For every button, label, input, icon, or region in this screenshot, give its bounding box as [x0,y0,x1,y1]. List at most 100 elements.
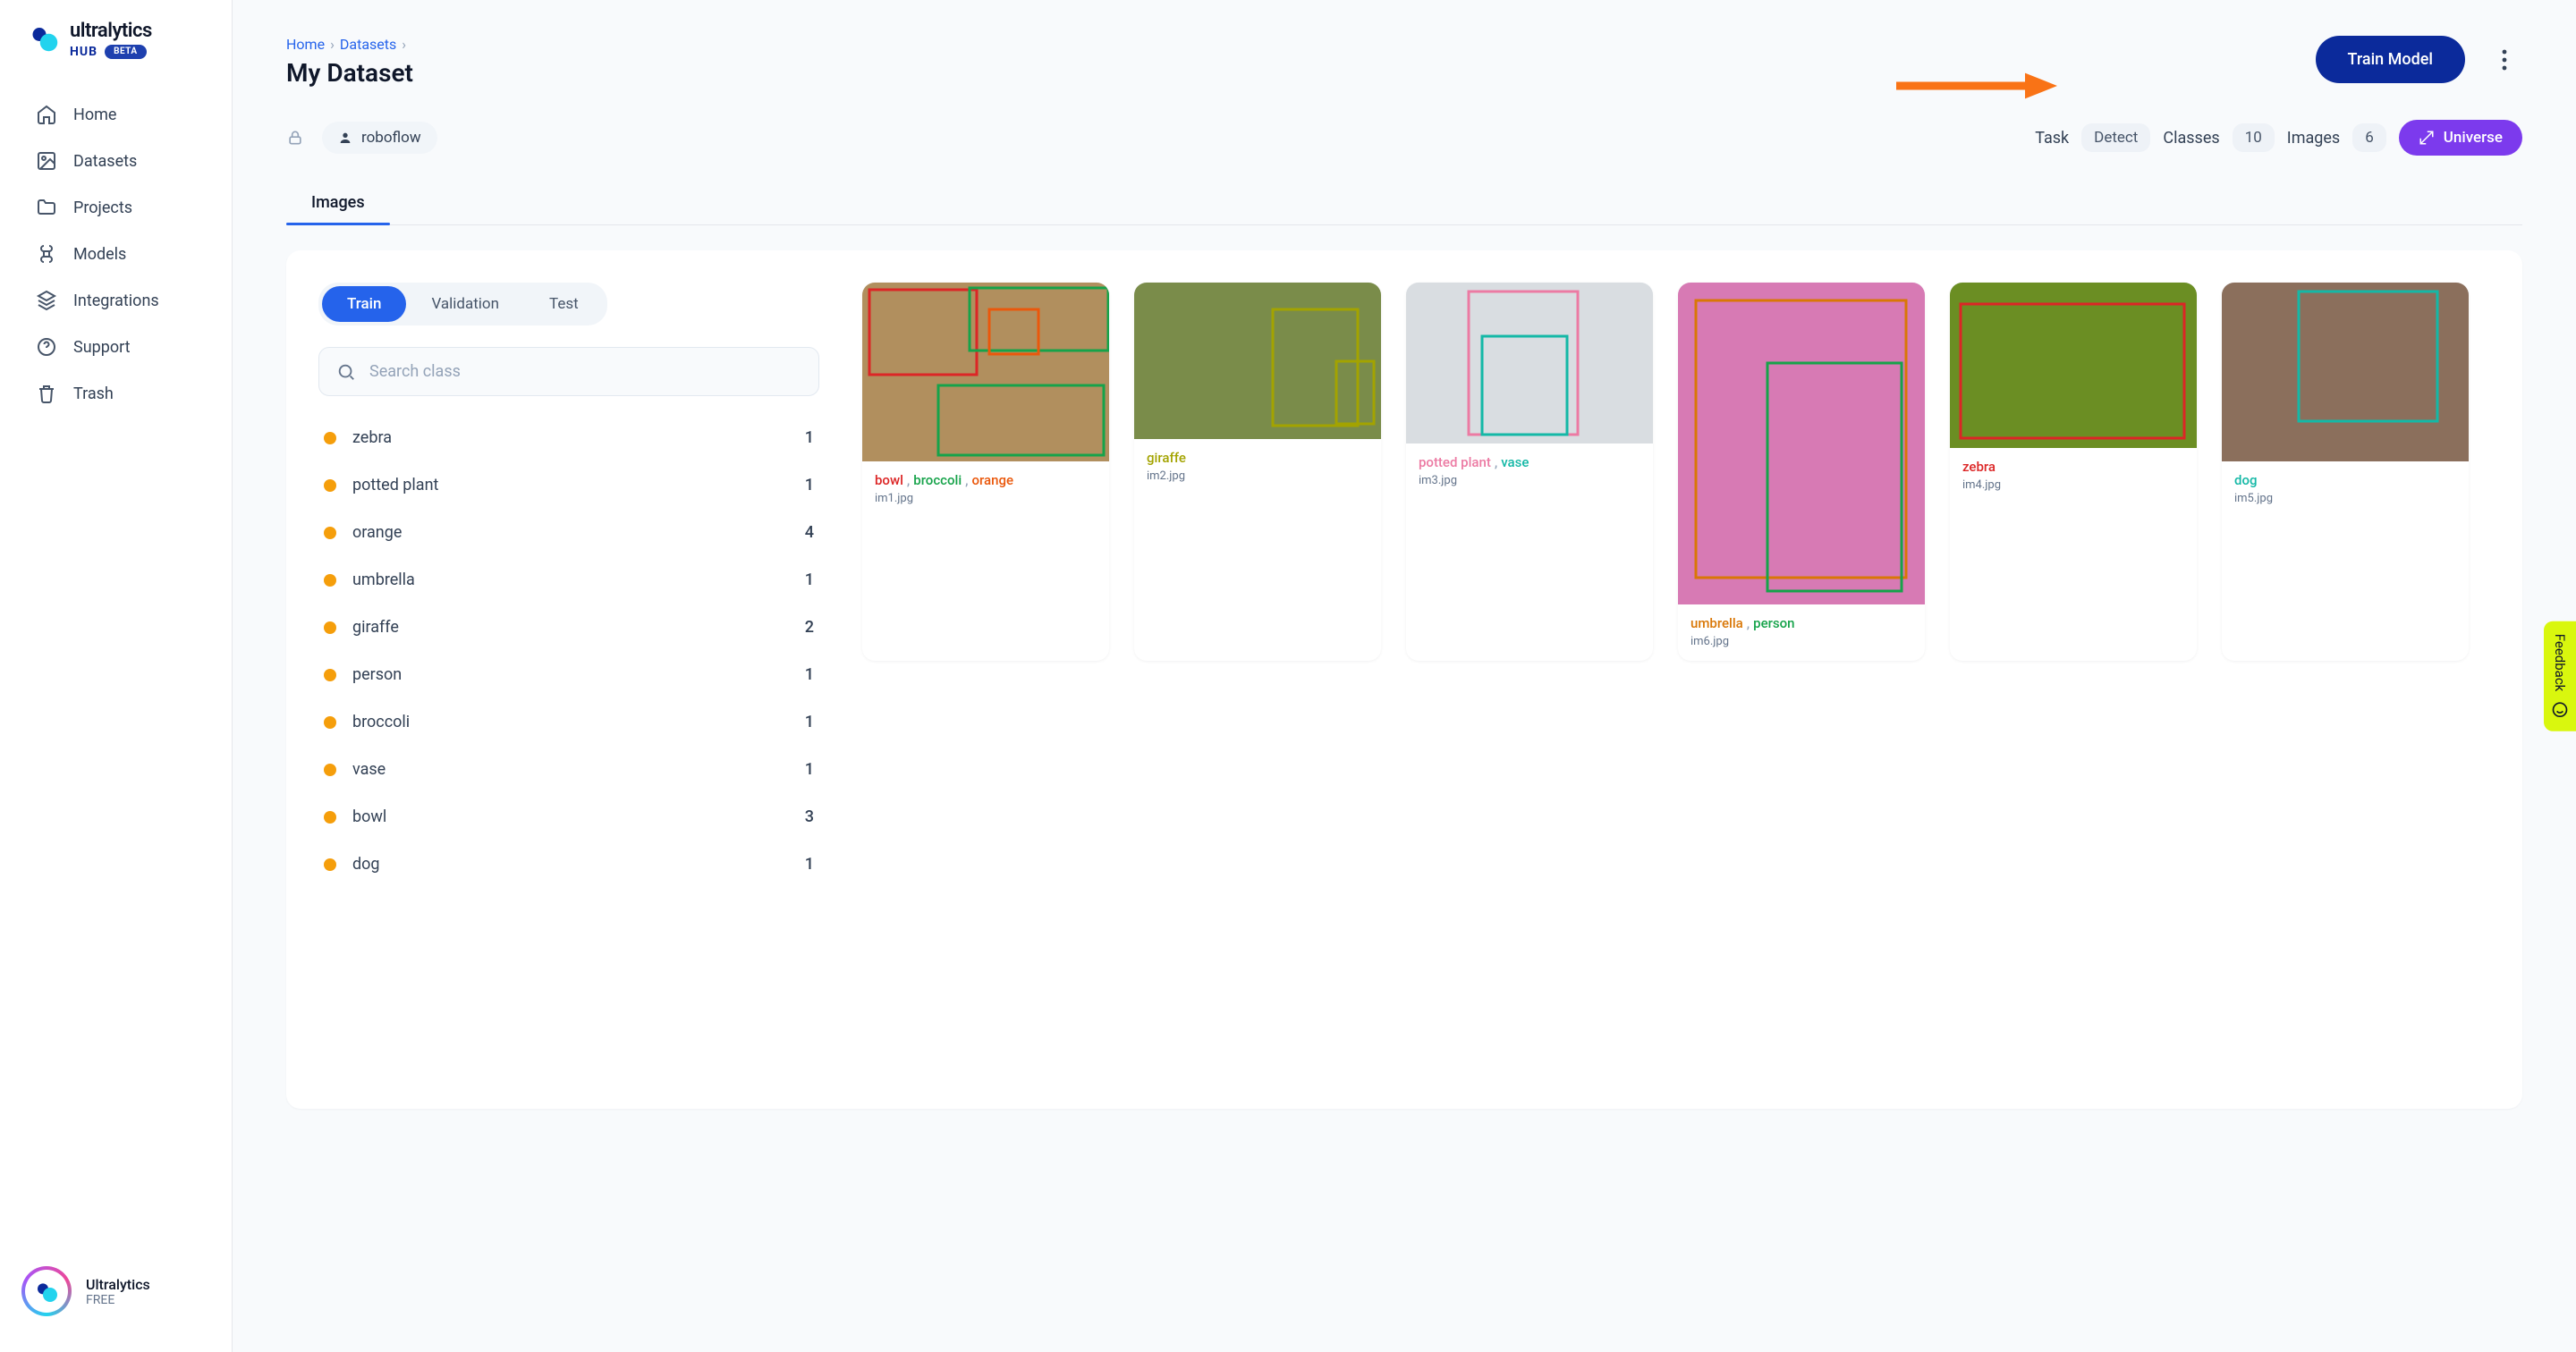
sidebar: ultralytics HUB BETA Home Datasets Proje… [0,0,233,1352]
class-count: 4 [805,523,814,542]
class-color-dot [324,669,336,681]
owner-name: roboflow [361,129,421,147]
class-count: 2 [805,618,814,637]
nav-list: Home Datasets Projects Models Integratio… [0,84,232,1252]
help-icon [36,336,57,358]
class-name: orange [352,523,402,542]
image-card[interactable]: giraffe im2.jpg [1134,283,1381,661]
sidebar-item-label: Projects [73,199,132,217]
image-card[interactable]: umbrella, person im6.jpg [1678,283,1925,661]
home-icon [36,104,57,125]
breadcrumb-datasets[interactable]: Datasets [340,36,396,53]
search-icon [336,362,356,382]
image-thumbnail [1950,283,2197,448]
class-color-dot [324,764,336,776]
image-filename: im3.jpg [1419,474,1640,487]
image-filename: im2.jpg [1147,469,1368,483]
class-item[interactable]: bowl 3 [318,793,819,841]
owner-chip[interactable]: roboflow [322,122,437,154]
class-name: dog [352,855,380,874]
task-label: Task [2035,129,2069,148]
images-label: Images [2287,129,2340,148]
class-item[interactable]: zebra1 [318,414,819,461]
split-tab-test[interactable]: Test [524,286,604,322]
universe-label: Universe [2444,129,2503,147]
class-list: zebra1potted plant1 orange 4 umbrella1giraf… [318,414,819,888]
logo-sub: HUB [70,46,97,58]
class-color-dot [324,432,336,444]
image-labels: umbrella, person [1690,615,1912,631]
task-value: Detect [2081,123,2150,152]
page-title: My Dataset [286,58,413,88]
image-filename: im5.jpg [2234,492,2456,505]
sidebar-item-datasets[interactable]: Datasets [14,138,217,184]
user-tier: FREE [86,1293,150,1307]
classes-label: Classes [2163,129,2219,148]
image-card[interactable]: dog im5.jpg [2222,283,2469,661]
class-name: person [352,665,402,684]
logo-name: ultralytics [70,21,152,41]
feedback-tab[interactable]: Feedback [2544,621,2576,731]
class-count: 1 [805,665,814,684]
class-item[interactable]: vase1 [318,746,819,793]
sidebar-footer[interactable]: Ultralytics FREE [0,1252,232,1331]
class-count: 1 [805,428,814,447]
class-count: 1 [805,855,814,874]
lock-icon [286,129,304,147]
class-count: 1 [805,760,814,779]
more-menu-button[interactable] [2487,42,2522,78]
image-filename: im4.jpg [1962,478,2184,492]
image-thumbnail [1406,283,1653,444]
class-color-dot [324,621,336,634]
image-labels: dog [2234,472,2456,488]
sidebar-item-home[interactable]: Home [14,91,217,138]
split-tab-validation[interactable]: Validation [406,286,524,322]
class-item[interactable]: potted plant1 [318,461,819,509]
command-icon [36,243,57,265]
train-model-button[interactable]: Train Model [2316,36,2466,83]
class-item[interactable]: broccoli1 [318,698,819,746]
sidebar-item-label: Home [73,106,116,124]
class-item[interactable]: person 1 [318,651,819,698]
universe-button[interactable]: Universe [2399,120,2522,156]
sidebar-item-support[interactable]: Support [14,324,217,370]
main: Home › Datasets › My Dataset Train Model [233,0,2576,1352]
sidebar-item-models[interactable]: Models [14,231,217,277]
image-labels: bowl, broccoli, orange [875,472,1097,488]
page-tabs: Images [286,181,2522,225]
feedback-label: Feedback [2552,634,2568,692]
class-color-dot [324,479,336,492]
split-tab-train[interactable]: Train [322,286,406,322]
class-name: bowl [352,807,386,826]
sidebar-item-integrations[interactable]: Integrations [14,277,217,324]
search-wrap [318,347,819,396]
class-color-dot [324,716,336,729]
chevron-right-icon: › [402,36,406,53]
class-item[interactable]: orange 4 [318,509,819,556]
class-count: 3 [805,807,814,826]
sidebar-item-label: Support [73,338,131,357]
folder-icon [36,197,57,218]
class-item[interactable]: umbrella1 [318,556,819,604]
breadcrumb-home[interactable]: Home [286,36,325,53]
image-card[interactable]: potted plant, vase im3.jpg [1406,283,1653,661]
sidebar-item-label: Integrations [73,292,159,310]
sidebar-item-projects[interactable]: Projects [14,184,217,231]
image-stack-icon [36,150,57,172]
images-value: 6 [2352,123,2386,152]
image-card[interactable]: zebra im4.jpg [1950,283,2197,661]
class-item[interactable]: giraffe2 [318,604,819,651]
search-input[interactable] [318,347,819,396]
sidebar-item-trash[interactable]: Trash [14,370,217,417]
class-count: 1 [805,476,814,494]
avatar [21,1266,72,1316]
classes-value: 10 [2233,123,2275,152]
image-filename: im6.jpg [1690,635,1912,648]
image-card[interactable]: bowl, broccoli, orange im1.jpg [862,283,1109,661]
class-item[interactable]: dog 1 [318,841,819,888]
logo-mark-icon [29,22,61,58]
class-color-dot [324,858,336,871]
tab-images[interactable]: Images [286,181,390,224]
logo[interactable]: ultralytics HUB BETA [0,21,232,84]
class-count: 1 [805,713,814,731]
